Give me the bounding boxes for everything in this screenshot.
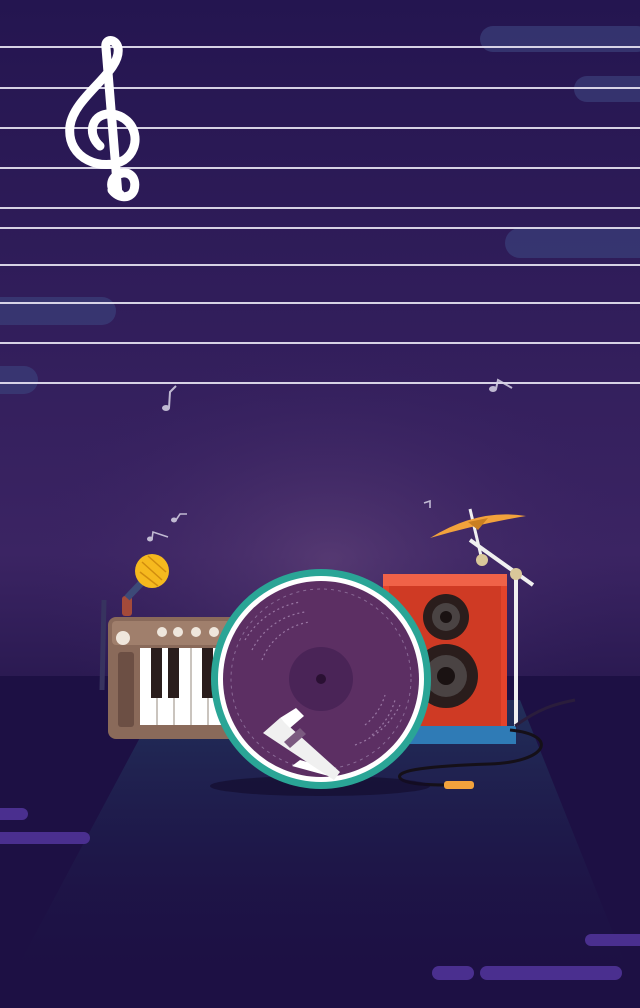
music-poster-scene <box>0 0 640 1008</box>
